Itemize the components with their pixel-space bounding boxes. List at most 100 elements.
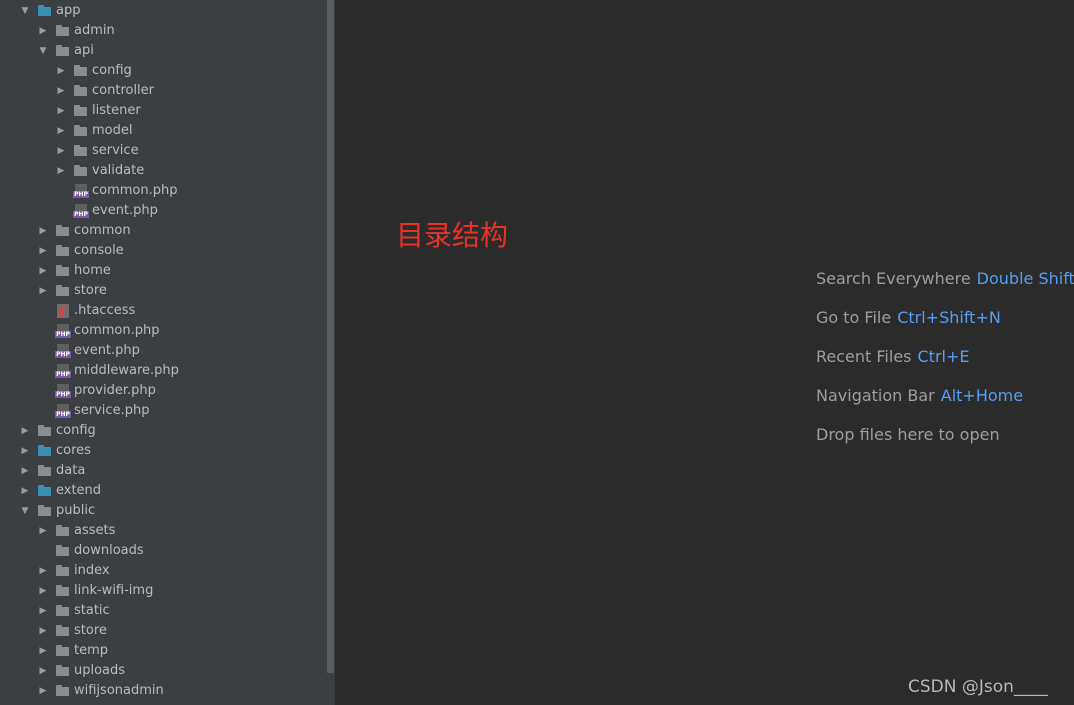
folder-icon xyxy=(37,504,53,518)
folder-icon xyxy=(73,64,89,78)
editor-hint-row: Drop files here to open xyxy=(816,424,1074,463)
tree-item-data[interactable]: ▶ data xyxy=(0,461,326,481)
expand-arrow-closed-icon[interactable]: ▶ xyxy=(37,621,49,641)
project-scrollbar-thumb[interactable] xyxy=(327,0,334,673)
expand-arrow-closed-icon[interactable]: ▶ xyxy=(55,61,67,81)
tree-item-validate[interactable]: ▶ validate xyxy=(0,161,326,181)
tree-item-extend[interactable]: ▶ extend xyxy=(0,481,326,501)
folder-icon xyxy=(73,104,89,118)
tree-item-label: store xyxy=(74,623,107,638)
tree-item-store[interactable]: ▶ store xyxy=(0,281,326,301)
tree-item-link-wifi-img[interactable]: ▶ link-wifi-img xyxy=(0,581,326,601)
expand-arrow-closed-icon[interactable]: ▶ xyxy=(55,101,67,121)
tree-item-uploads[interactable]: ▶ uploads xyxy=(0,661,326,681)
expand-arrow-closed-icon[interactable]: ▶ xyxy=(37,241,49,261)
tree-item-label: index xyxy=(74,563,110,578)
tree-item-label: console xyxy=(74,243,124,258)
tree-item-app[interactable]: ▼ app xyxy=(0,1,326,21)
tree-item-label: controller xyxy=(92,83,155,98)
tree-item-static[interactable]: ▶ static xyxy=(0,601,326,621)
expand-arrow-closed-icon[interactable]: ▶ xyxy=(37,681,49,701)
tree-item-common[interactable]: ▶ common xyxy=(0,221,326,241)
folder-icon xyxy=(55,664,71,678)
expand-arrow-closed-icon[interactable]: ▶ xyxy=(19,421,31,441)
expand-arrow-closed-icon[interactable]: ▶ xyxy=(37,601,49,621)
php-file-icon: PHP xyxy=(55,324,71,338)
tree-item-model[interactable]: ▶ model xyxy=(0,121,326,141)
tree-item-console[interactable]: ▶ console xyxy=(0,241,326,261)
expand-arrow-closed-icon[interactable]: ▶ xyxy=(55,161,67,181)
tree-item-wifijsonadmin[interactable]: ▶ wifijsonadmin xyxy=(0,681,326,701)
tree-item-common-php[interactable]: PHP common.php xyxy=(0,321,326,341)
tree-item-home[interactable]: ▶ home xyxy=(0,261,326,281)
tree-item-label: provider.php xyxy=(74,383,156,398)
tree-item-label: validate xyxy=(92,163,145,178)
tree-item-downloads[interactable]: downloads xyxy=(0,541,326,561)
tree-item-event-php[interactable]: PHP event.php xyxy=(0,201,326,221)
editor-hint-label: Navigation Bar xyxy=(816,386,935,405)
expand-arrow-closed-icon[interactable]: ▶ xyxy=(55,121,67,141)
tree-item-public[interactable]: ▼ public xyxy=(0,501,326,521)
editor-hint-label: Drop files here to open xyxy=(816,425,1000,444)
tree-item-label: common.php xyxy=(92,183,178,198)
tree-item-store[interactable]: ▶ store xyxy=(0,621,326,641)
editor-hint-row: Navigation Bar Alt+Home xyxy=(816,385,1074,424)
expand-arrow-closed-icon[interactable]: ▶ xyxy=(37,21,49,41)
expand-arrow-closed-icon[interactable]: ▶ xyxy=(37,661,49,681)
tree-item-controller[interactable]: ▶ controller xyxy=(0,81,326,101)
expand-arrow-closed-icon[interactable]: ▶ xyxy=(37,221,49,241)
expand-arrow-open-icon[interactable]: ▼ xyxy=(19,501,31,521)
folder-icon xyxy=(37,4,53,18)
editor-hint-row: Recent Files Ctrl+E xyxy=(816,346,1074,385)
tree-item-service-php[interactable]: PHP service.php xyxy=(0,401,326,421)
tree-item-listener[interactable]: ▶ listener xyxy=(0,101,326,121)
expand-arrow-closed-icon[interactable]: ▶ xyxy=(19,461,31,481)
tree-item-label: listener xyxy=(92,103,141,118)
tree-item-middleware-php[interactable]: PHP middleware.php xyxy=(0,361,326,381)
tree-item-cores[interactable]: ▶ cores xyxy=(0,441,326,461)
tree-item-label: assets xyxy=(74,523,116,538)
folder-icon xyxy=(55,564,71,578)
expand-arrow-closed-icon[interactable]: ▶ xyxy=(37,521,49,541)
folder-icon xyxy=(55,284,71,298)
tree-item-config[interactable]: ▶ config xyxy=(0,421,326,441)
tree-item-label: config xyxy=(92,63,132,78)
tree-item-assets[interactable]: ▶ assets xyxy=(0,521,326,541)
tree-item-label: service xyxy=(92,143,139,158)
folder-icon xyxy=(37,484,53,498)
tree-item-common-php[interactable]: PHP common.php xyxy=(0,181,326,201)
tree-item-label: uploads xyxy=(74,663,126,678)
expand-arrow-open-icon[interactable]: ▼ xyxy=(19,1,31,21)
php-file-icon: PHP xyxy=(55,344,71,358)
folder-icon xyxy=(55,224,71,238)
tree-item-temp[interactable]: ▶ temp xyxy=(0,641,326,661)
folder-icon xyxy=(55,44,71,58)
editor-empty-area[interactable]: 目录结构 Search Everywhere Double Shift Go to … xyxy=(335,0,1074,705)
folder-icon xyxy=(55,644,71,658)
project-tool-window: ▼ app ▶ admin ▼ api ▶ config ▶ controller ▶ listene… xyxy=(0,0,326,705)
expand-arrow-closed-icon[interactable]: ▶ xyxy=(19,481,31,501)
expand-arrow-closed-icon[interactable]: ▶ xyxy=(37,261,49,281)
folder-icon xyxy=(55,584,71,598)
expand-arrow-closed-icon[interactable]: ▶ xyxy=(55,81,67,101)
expand-arrow-closed-icon[interactable]: ▶ xyxy=(37,641,49,661)
expand-arrow-closed-icon[interactable]: ▶ xyxy=(19,441,31,461)
editor-hint-shortcut: Ctrl+E xyxy=(917,347,970,366)
tree-item-api[interactable]: ▼ api xyxy=(0,41,326,61)
tree-item-event-php[interactable]: PHP event.php xyxy=(0,341,326,361)
tree-item-provider-php[interactable]: PHP provider.php xyxy=(0,381,326,401)
tree-item-admin[interactable]: ▶ admin xyxy=(0,21,326,41)
expand-arrow-closed-icon[interactable]: ▶ xyxy=(37,561,49,581)
expand-arrow-closed-icon[interactable]: ▶ xyxy=(37,281,49,301)
expand-arrow-closed-icon[interactable]: ▶ xyxy=(55,141,67,161)
expand-arrow-open-icon[interactable]: ▼ xyxy=(37,41,49,61)
expand-arrow-closed-icon[interactable]: ▶ xyxy=(37,581,49,601)
tree-item-label: event.php xyxy=(92,203,158,218)
tree-item-htaccess[interactable]: .htaccess xyxy=(0,301,326,321)
tree-item-label: common xyxy=(74,223,131,238)
project-scrollbar[interactable] xyxy=(326,0,335,705)
folder-icon xyxy=(73,164,89,178)
tree-item-service[interactable]: ▶ service xyxy=(0,141,326,161)
tree-item-config[interactable]: ▶ config xyxy=(0,61,326,81)
tree-item-index[interactable]: ▶ index xyxy=(0,561,326,581)
